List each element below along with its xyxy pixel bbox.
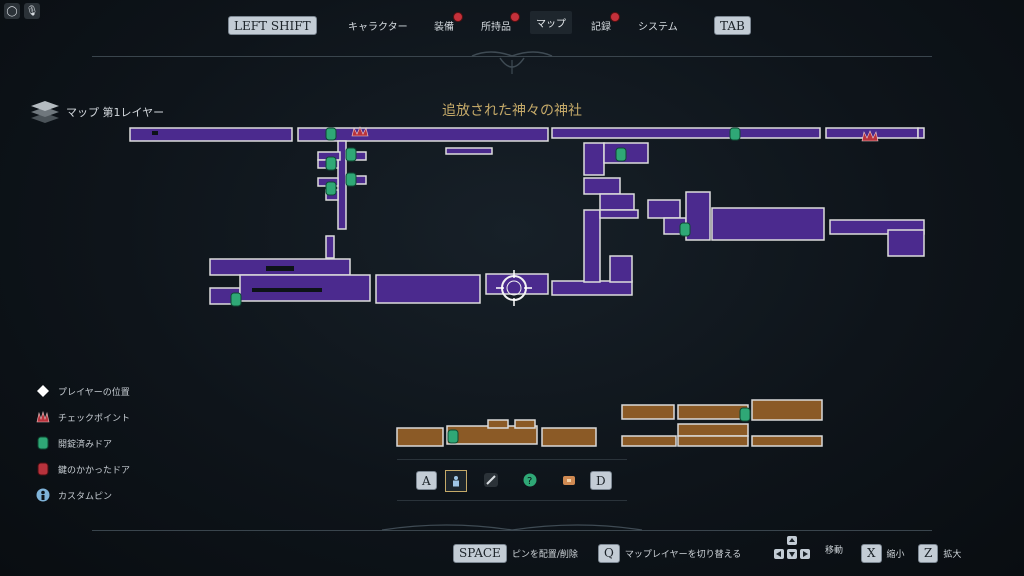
- map-room: [647, 199, 681, 219]
- legend-item: チェックポイント: [36, 404, 130, 430]
- checkpoint-icon[interactable]: [351, 126, 369, 137]
- unlocked-door-icon[interactable]: [739, 407, 751, 422]
- unlocked-door-icon[interactable]: [325, 127, 337, 141]
- map-room: [514, 419, 536, 429]
- switch-layer-label: マップレイヤーを切り替える: [624, 549, 742, 560]
- map-legend: プレイヤーの位置 チェックポイント 開錠済みドア 鍵のかかったドア カスタムピン: [36, 378, 130, 508]
- map-room: [599, 193, 635, 211]
- unlocked-door-icon[interactable]: [729, 127, 741, 141]
- svg-text:?: ?: [527, 476, 532, 487]
- map-room: [487, 419, 509, 429]
- custom-pin-icon: [36, 488, 50, 502]
- unlocked-door-icon[interactable]: [615, 147, 627, 162]
- locked-door-icon: [36, 462, 50, 476]
- map-room: [751, 435, 823, 447]
- map-room: [375, 274, 481, 304]
- person-pin-icon[interactable]: [445, 470, 467, 492]
- legend-label: プレイヤーの位置: [58, 387, 130, 398]
- map-room: [583, 142, 605, 176]
- legend-item: 鍵のかかったドア: [36, 456, 130, 482]
- map-room: [325, 235, 335, 259]
- chest-pin-icon[interactable]: [560, 471, 578, 489]
- map-room: [541, 427, 597, 447]
- legend-label: 鍵のかかったドア: [58, 465, 131, 476]
- map-room: [917, 127, 925, 139]
- move-hint: 移動: [772, 536, 844, 559]
- map-room: [583, 209, 601, 283]
- unlocked-door-icon[interactable]: [345, 172, 357, 187]
- zoom-out-hint: X 縮小: [861, 543, 905, 563]
- legend-label: カスタムピン: [58, 491, 113, 502]
- pin-selector: A ? D: [397, 459, 627, 501]
- legend-item: 開錠済みドア: [36, 430, 130, 456]
- unlocked-door-icon[interactable]: [230, 292, 242, 307]
- question-pin-icon[interactable]: ?: [521, 471, 539, 489]
- sword-pin-icon[interactable]: [482, 471, 500, 489]
- map-room: [677, 423, 749, 437]
- checkpoint-icon: [36, 410, 50, 424]
- legend-item: カスタムピン: [36, 482, 130, 508]
- legend-label: チェックポイント: [58, 413, 131, 424]
- control-hints: SPACE ピンを配置/削除 Q マップレイヤーを切り替える 移動 X 縮小 Z…: [0, 536, 1024, 564]
- lower-layer-rooms: [396, 399, 823, 447]
- map-room: [711, 207, 825, 241]
- map-room: [551, 280, 633, 296]
- explored-rooms: [129, 127, 925, 305]
- map-room: [751, 399, 823, 421]
- move-label: 移動: [825, 545, 844, 556]
- unlocked-door-icon: [36, 436, 50, 450]
- zoom-in-label: 拡大: [943, 549, 962, 560]
- map-room: [609, 255, 633, 283]
- q-key[interactable]: Q: [598, 543, 620, 563]
- map-room: [551, 127, 821, 139]
- unlocked-door-icon[interactable]: [325, 181, 337, 196]
- player-position-icon: [36, 384, 50, 398]
- space-key[interactable]: SPACE: [453, 543, 507, 563]
- map-room: [445, 147, 493, 155]
- map-room: [677, 404, 749, 420]
- map-room: [887, 229, 925, 257]
- zoom-in-hint: Z 拡大: [918, 543, 962, 563]
- map-room: [621, 404, 675, 420]
- map-room: [583, 177, 621, 195]
- switch-layer-hint: Q マップレイヤーを切り替える: [598, 543, 742, 563]
- place-pin-hint: SPACE ピンを配置/削除: [453, 543, 578, 563]
- dpad-icon[interactable]: [772, 536, 812, 562]
- unlocked-door-icon[interactable]: [447, 429, 459, 444]
- bottom-ornament: [381, 524, 643, 531]
- pin-next-key[interactable]: D: [590, 471, 612, 490]
- unlocked-door-icon[interactable]: [345, 147, 357, 162]
- legend-label: 開錠済みドア: [58, 439, 113, 450]
- pin-prev-key[interactable]: A: [416, 471, 437, 490]
- z-key[interactable]: Z: [918, 543, 939, 563]
- map-room: [677, 435, 749, 447]
- unlocked-door-icon[interactable]: [325, 156, 337, 171]
- map-room: [396, 427, 444, 447]
- place-pin-label: ピンを配置/削除: [511, 549, 578, 560]
- x-key[interactable]: X: [861, 543, 882, 563]
- checkpoint-icon[interactable]: [861, 130, 879, 142]
- legend-item: プレイヤーの位置: [36, 378, 130, 404]
- zoom-out-label: 縮小: [886, 549, 905, 560]
- map-room: [621, 435, 677, 447]
- map-room: [599, 209, 639, 219]
- unlocked-door-icon[interactable]: [679, 222, 691, 237]
